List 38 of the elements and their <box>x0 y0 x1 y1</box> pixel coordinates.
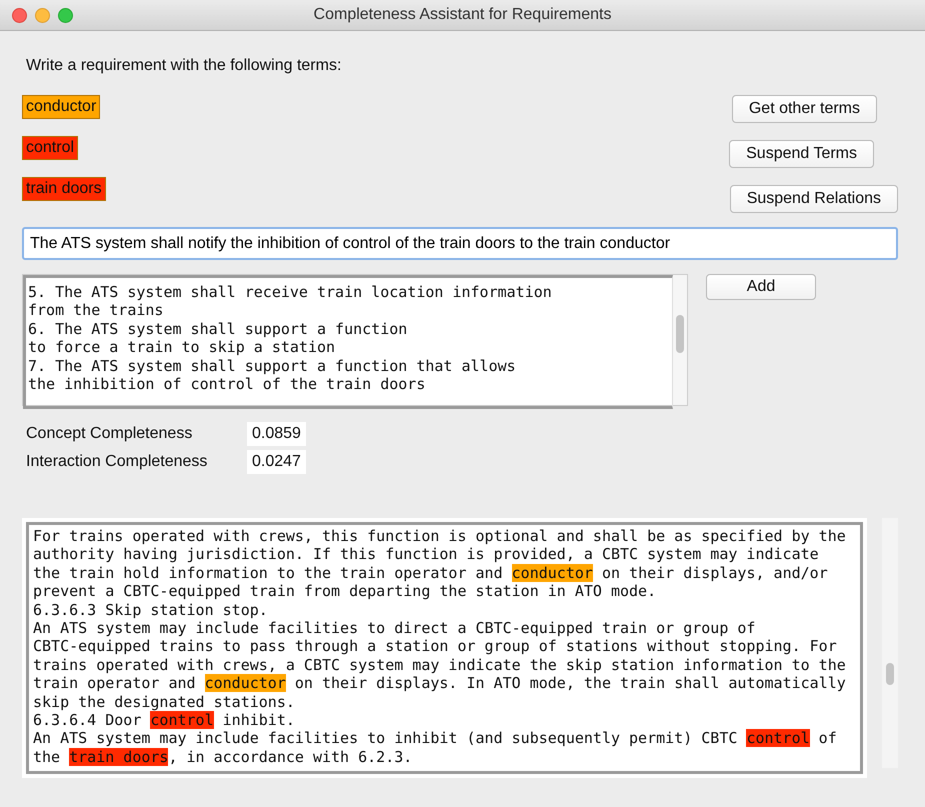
document-line: An ATS system may include facilities to direct a CBTC-equipped train or group of <box>33 619 756 638</box>
document-line: train operator and conductor on their displays. In ATO mode, the train shall automatically <box>33 674 847 693</box>
term-tag: control <box>22 136 78 160</box>
requirement-line: from the trains <box>28 301 164 320</box>
document-line: skip the designated stations. <box>33 692 296 712</box>
action-button[interactable]: Suspend Relations <box>730 185 898 213</box>
metric-value: 0.0859 <box>247 422 306 446</box>
instruction-text: Write a requirement with the following terms: <box>26 57 342 75</box>
document-line: 6.3.6.4 Door control inhibit. <box>33 711 296 730</box>
requirement-line: 6. The ATS system shall support a function <box>28 320 408 338</box>
metric-label: Interaction Completeness <box>26 453 208 471</box>
requirement-line: to force a train to skip a station <box>28 338 336 357</box>
document-line: trains operated with crews, a CBTC system may indicate the skip station information to the <box>33 656 847 674</box>
scrollbar-thumb[interactable] <box>886 663 894 685</box>
zoom-button[interactable] <box>58 8 73 22</box>
metric-label: Concept Completeness <box>26 425 194 443</box>
document-line: the train hold information to the train operator and conductor on their displays, and/or <box>33 564 829 582</box>
scrollbar-thumb[interactable] <box>676 315 684 353</box>
window-title: Completeness Assistant for Requirements <box>314 6 612 24</box>
requirement-input[interactable]: The ATS system shall notify the inhibition of control of the train doors to the train conductor <box>22 227 898 260</box>
add-button[interactable]: Add <box>706 274 816 300</box>
minimize-button[interactable] <box>35 8 50 22</box>
term-tag: conductor <box>22 95 100 119</box>
action-button[interactable]: Suspend Terms <box>729 140 874 168</box>
document-line: An ATS system may include facilities to inhibit (and subsequently permit) CBTC control of <box>33 729 838 748</box>
requirement-line: the inhibition of control of the train doors <box>28 375 426 394</box>
document-line: prevent a CBTC-equipped train from departing the station in ATO mode. <box>33 582 658 601</box>
term-tag: train doors <box>22 177 106 201</box>
action-button[interactable]: Get other terms <box>732 95 877 123</box>
metric-value: 0.0247 <box>247 450 306 474</box>
close-button[interactable] <box>12 8 27 22</box>
requirement-line: 7. The ATS system shall support a function that allows <box>28 356 517 376</box>
document-line: the train doors, in accordance with 6.2.3. <box>33 748 414 766</box>
document-line: authority having jurisdiction. If this function is provided, a CBTC system may indicate <box>33 545 820 564</box>
document-line: CBTC-equipped trains to pass through a station or group of stations without stopping. For <box>33 637 838 656</box>
requirement-line: 5. The ATS system shall receive train location information <box>28 283 553 302</box>
document-line: 6.3.6.3 Skip station stop. <box>33 600 269 620</box>
document-line: For trains operated with crews, this function is optional and shall be as specified by the <box>33 527 847 546</box>
